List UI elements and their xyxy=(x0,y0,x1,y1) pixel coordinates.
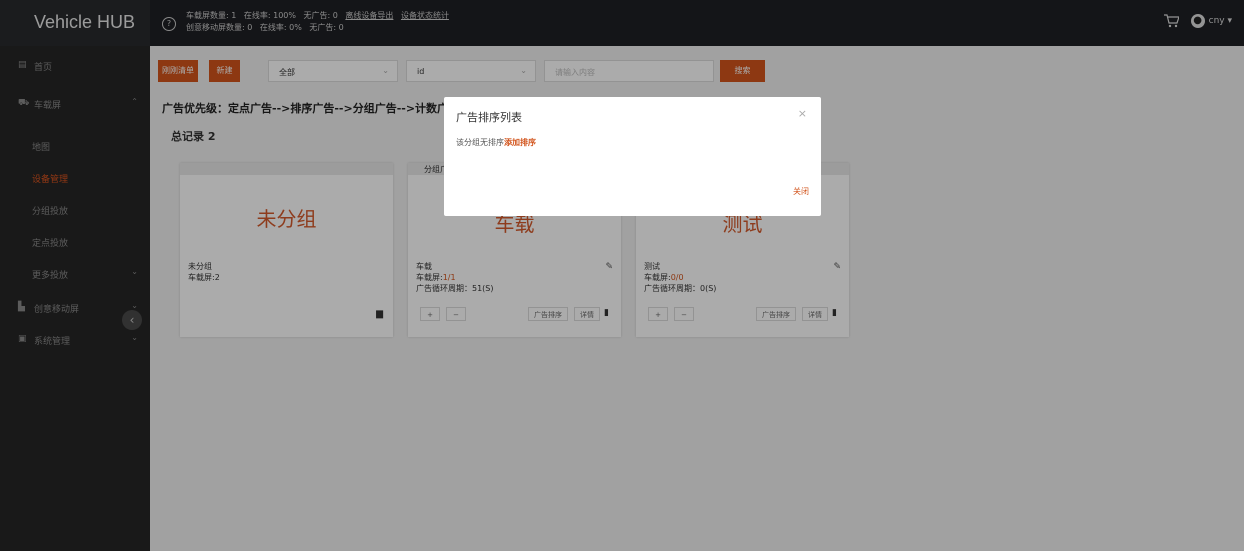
modal-message: 该分组无排序 xyxy=(456,138,504,147)
add-sort-link[interactable]: 添加排序 xyxy=(504,138,536,147)
close-button[interactable]: 关闭 xyxy=(793,186,809,197)
close-icon[interactable]: × xyxy=(798,107,807,120)
modal-body: 该分组无排序添加排序 xyxy=(456,137,536,148)
ad-sort-modal: 广告排序列表 × 该分组无排序添加排序 关闭 xyxy=(444,97,821,216)
app-root: Vehicle HUB ? 车载屏数量: 1 在线率: 100% 无广告: 0 … xyxy=(0,0,1244,551)
modal-overlay[interactable] xyxy=(0,0,1244,551)
modal-title: 广告排序列表 xyxy=(456,111,522,124)
